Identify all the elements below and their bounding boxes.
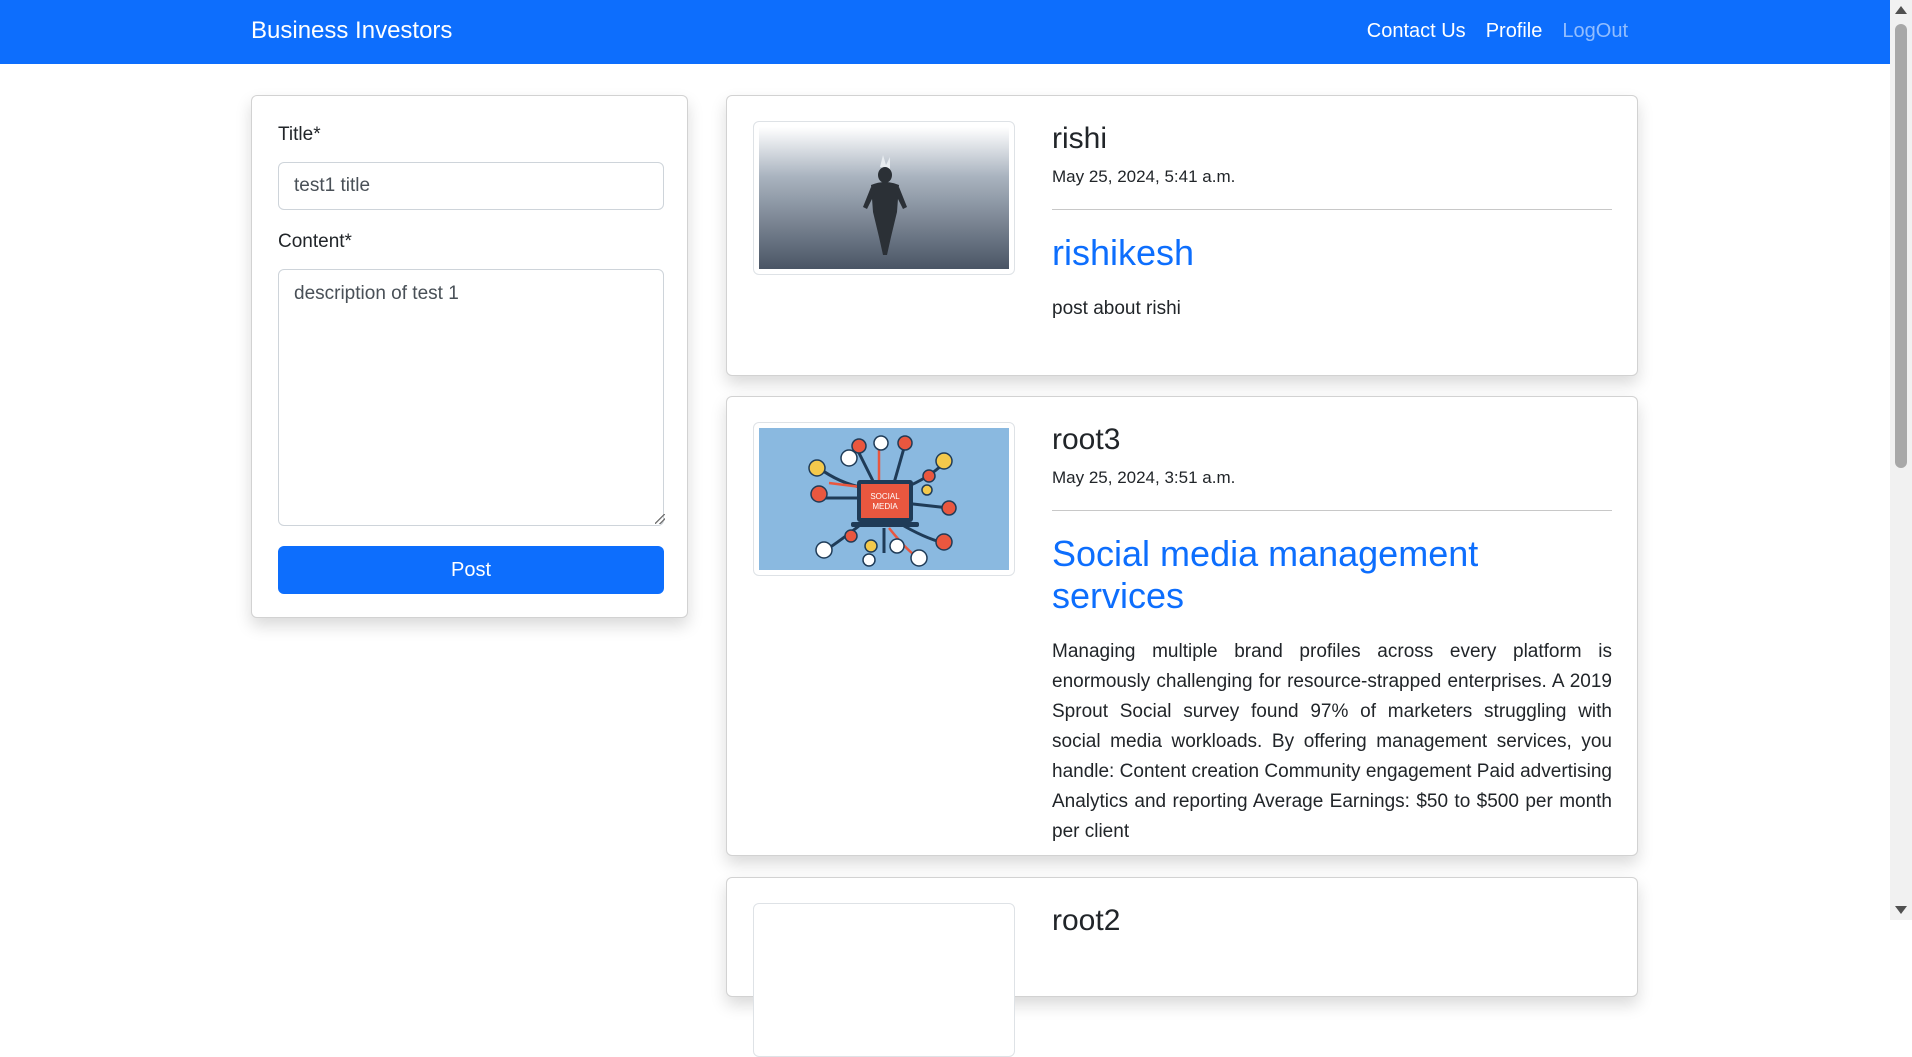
top-navbar: Business Investors Contact Us Profile Lo… [0, 0, 1890, 64]
post-title-link[interactable]: rishikesh [1052, 232, 1612, 274]
content-textarea[interactable]: description of test 1 [278, 269, 664, 526]
post-content: post about rishi [1052, 298, 1181, 319]
post-title-link[interactable]: Social media management services [1052, 533, 1612, 617]
brand-link[interactable]: Business Investors [251, 17, 452, 45]
post-button[interactable]: Post [278, 546, 664, 594]
image-caption-line-2: MEDIA [872, 502, 898, 511]
post-image [753, 903, 1015, 1057]
page-scrollbar[interactable] [1890, 0, 1912, 920]
nav-contact-us[interactable]: Contact Us [1367, 20, 1466, 43]
post-author: root3 [1052, 423, 1121, 456]
post-author: rishi [1052, 122, 1108, 155]
scroll-up-arrow-icon[interactable] [1895, 6, 1907, 14]
post-card: SOCIAL MEDIA root3 May 25, 2024, 3:51 a.… [726, 396, 1638, 856]
post-body: root2 [1052, 904, 1612, 938]
image-caption-line-1: SOCIAL [870, 492, 900, 501]
post-image: SOCIAL MEDIA [753, 422, 1015, 576]
post-body: rishi May 25, 2024, 5:41 a.m. rishikesh … [1052, 122, 1612, 324]
nav-logout[interactable]: LogOut [1562, 20, 1628, 43]
post-image [753, 121, 1015, 275]
title-input[interactable]: test1 title [278, 162, 664, 210]
title-label: Title* [278, 124, 321, 145]
nav-links: Contact Us Profile LogOut [1367, 20, 1628, 43]
post-divider [1052, 209, 1612, 210]
textarea-resize-icon[interactable] [655, 514, 665, 524]
content-label: Content* [278, 231, 352, 252]
post-content: Managing multiple brand profiles across … [1052, 641, 1612, 842]
nav-profile[interactable]: Profile [1486, 20, 1543, 43]
post-divider [1052, 510, 1612, 511]
scroll-down-arrow-icon[interactable] [1895, 906, 1907, 914]
post-card: root2 [726, 877, 1638, 1057]
post-date: May 25, 2024, 5:41 a.m. [1052, 167, 1236, 186]
post-author: root2 [1052, 904, 1121, 937]
scrollbar-thumb[interactable] [1895, 24, 1907, 468]
new-post-form: Title* test1 title Content* description … [251, 95, 688, 618]
warrior-in-fog-image [759, 127, 1009, 269]
social-media-illustration: SOCIAL MEDIA [759, 428, 1009, 570]
post-card: rishi May 25, 2024, 5:41 a.m. rishikesh … [726, 95, 1638, 376]
post-body: root3 May 25, 2024, 3:51 a.m. Social med… [1052, 423, 1612, 847]
post-date: May 25, 2024, 3:51 a.m. [1052, 468, 1236, 487]
